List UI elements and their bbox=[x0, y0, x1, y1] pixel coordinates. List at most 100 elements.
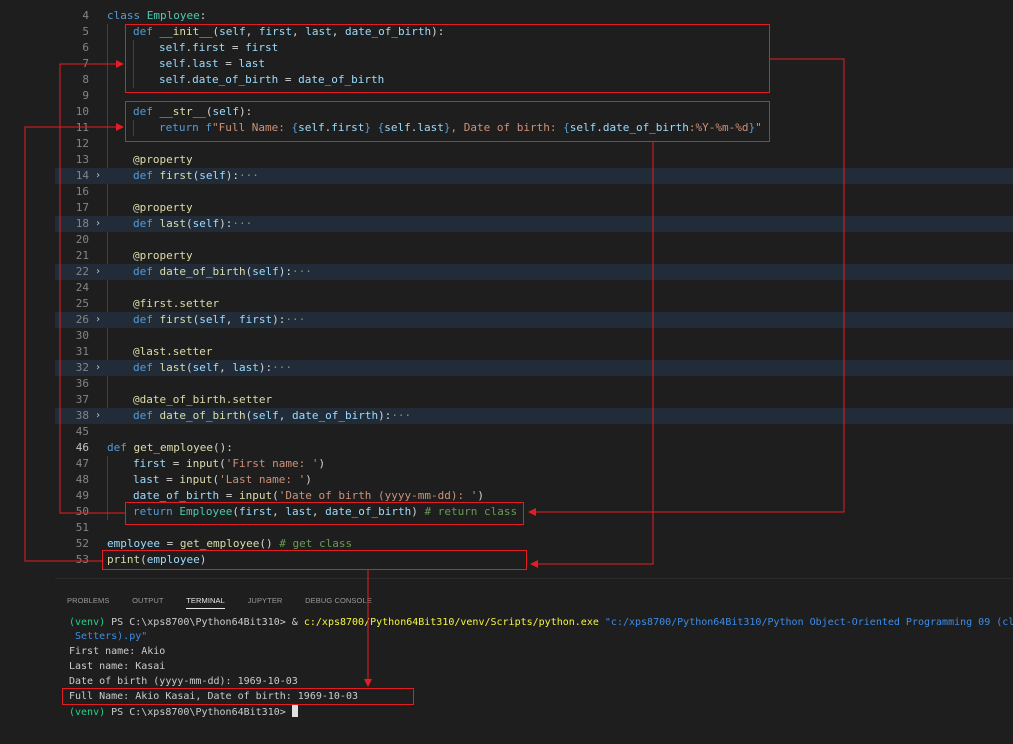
code-line[interactable]: 52 employee = get_employee() # get class bbox=[55, 536, 1013, 552]
line-number: 37 bbox=[75, 393, 89, 406]
line-number: 26 bbox=[75, 313, 89, 326]
line-number: 22 bbox=[75, 265, 89, 278]
code-line[interactable]: 31 @last.setter bbox=[55, 344, 1013, 360]
code-line[interactable]: 24 bbox=[55, 280, 1013, 296]
code-line[interactable]: 37 @date_of_birth.setter bbox=[55, 392, 1013, 408]
line-number: 30 bbox=[75, 329, 89, 342]
prompt-text: PS C:\xps8700\Python64Bit310> bbox=[111, 707, 286, 718]
code-text: def date_of_birth(self, date_of_birth):·… bbox=[133, 409, 412, 422]
code-line[interactable]: 50 return Employee(first, last, date_of_… bbox=[55, 504, 1013, 520]
terminal-line: (venv) PS C:\xps8700\Python64Bit310> & c… bbox=[69, 616, 1013, 630]
code-text: def last(self, last):··· bbox=[133, 361, 292, 374]
tab-problems[interactable]: PROBLEMS bbox=[67, 596, 109, 608]
code-line-folded[interactable]: 18 › def last(self):··· bbox=[55, 216, 1013, 232]
code-line-folded[interactable]: 26 › def first(self, first):··· bbox=[55, 312, 1013, 328]
line-number: 51 bbox=[75, 521, 89, 534]
code-editor[interactable]: 4 class Employee: 5 def __init__(self, f… bbox=[55, 0, 1013, 578]
code-line[interactable]: 21 @property bbox=[55, 248, 1013, 264]
bottom-panel: PROBLEMS OUTPUT TERMINAL JUPYTER DEBUG C… bbox=[55, 578, 1013, 744]
terminal-line: Full Name: Akio Kasai, Date of birth: 19… bbox=[69, 691, 358, 702]
code-line[interactable]: 16 bbox=[55, 184, 1013, 200]
code-line[interactable]: 4 class Employee: bbox=[55, 8, 1013, 24]
code-line-folded[interactable]: 32 › def last(self, last):··· bbox=[55, 360, 1013, 376]
line-number: 5 bbox=[82, 25, 89, 38]
code-line[interactable]: 49 date_of_birth = input('Date of birth … bbox=[55, 488, 1013, 504]
script-path: "c:/xps8700/Python64Bit310/Python Object… bbox=[604, 617, 1013, 628]
line-number: 17 bbox=[75, 201, 89, 214]
fold-chevron-icon[interactable]: › bbox=[95, 408, 101, 424]
line-number: 7 bbox=[82, 57, 89, 70]
code-line[interactable]: 25 @first.setter bbox=[55, 296, 1013, 312]
code-line[interactable]: 46 def get_employee(): bbox=[55, 440, 1013, 456]
code-text: def first(self):··· bbox=[133, 169, 259, 182]
terminal-cursor bbox=[291, 705, 298, 717]
line-number: 14 bbox=[75, 169, 89, 182]
venv-label: (venv) bbox=[69, 707, 106, 718]
terminal-line: Last name: Kasai bbox=[69, 661, 166, 672]
code-text: @first.setter bbox=[133, 297, 220, 310]
python-exe-path: c:/xps8700/Python64Bit310/venv/Scripts/p… bbox=[303, 617, 599, 628]
code-line[interactable]: 9 bbox=[55, 88, 1013, 104]
code-text: class Employee: bbox=[107, 9, 207, 22]
code-line-folded[interactable]: 38 › def date_of_birth(self, date_of_bir… bbox=[55, 408, 1013, 424]
terminal-line: Date of birth (yyyy-mm-dd): 1969-10-03 bbox=[69, 676, 298, 687]
code-text: def __str__(self): bbox=[133, 105, 253, 118]
code-line[interactable]: 12 bbox=[55, 136, 1013, 152]
code-line[interactable]: 48 last = input('Last name: ') bbox=[55, 472, 1013, 488]
code-line[interactable]: 13 @property bbox=[55, 152, 1013, 168]
code-text: @date_of_birth.setter bbox=[133, 393, 273, 406]
code-line[interactable]: 45 bbox=[55, 424, 1013, 440]
line-number: 6 bbox=[82, 41, 89, 54]
fold-chevron-icon[interactable]: › bbox=[95, 216, 101, 232]
code-line-folded[interactable]: 14 › def first(self):··· bbox=[55, 168, 1013, 184]
line-number: 21 bbox=[75, 249, 89, 262]
code-text: def date_of_birth(self):··· bbox=[133, 265, 312, 278]
fold-chevron-icon[interactable]: › bbox=[95, 312, 101, 328]
venv-label: (venv) bbox=[69, 617, 106, 628]
line-number: 8 bbox=[82, 73, 89, 86]
fold-chevron-icon[interactable]: › bbox=[95, 264, 101, 280]
line-number: 10 bbox=[75, 105, 89, 118]
code-text: @property bbox=[133, 201, 193, 214]
terminal-line: First name: Akio bbox=[69, 646, 166, 657]
line-number: 11 bbox=[75, 121, 89, 134]
code-text: last = input('Last name: ') bbox=[133, 473, 312, 486]
code-text: @property bbox=[133, 153, 193, 166]
terminal-line: (venv) PS C:\xps8700\Python64Bit310> bbox=[69, 705, 298, 720]
line-number: 48 bbox=[75, 473, 89, 486]
fold-chevron-icon[interactable]: › bbox=[95, 360, 101, 376]
window-left-strip bbox=[0, 0, 55, 743]
line-number: 53 bbox=[75, 553, 89, 566]
code-line[interactable]: 20 bbox=[55, 232, 1013, 248]
tab-output[interactable]: OUTPUT bbox=[132, 596, 163, 608]
code-text: self.date_of_birth = date_of_birth bbox=[159, 73, 385, 86]
line-number: 4 bbox=[82, 9, 89, 22]
tab-debug-console[interactable]: DEBUG CONSOLE bbox=[305, 596, 372, 608]
code-line[interactable]: 5 def __init__(self, first, last, date_o… bbox=[55, 24, 1013, 40]
tab-terminal[interactable]: TERMINAL bbox=[186, 596, 225, 609]
code-line[interactable]: 6 self.first = first bbox=[55, 40, 1013, 56]
code-text: self.last = last bbox=[159, 57, 265, 70]
line-number: 52 bbox=[75, 537, 89, 550]
line-number: 32 bbox=[75, 361, 89, 374]
code-line[interactable]: 11 return f"Full Name: {self.first} {sel… bbox=[55, 120, 1013, 136]
code-line-folded[interactable]: 22 › def date_of_birth(self):··· bbox=[55, 264, 1013, 280]
code-line[interactable]: 47 first = input('First name: ') bbox=[55, 456, 1013, 472]
fold-chevron-icon[interactable]: › bbox=[95, 168, 101, 184]
code-line[interactable]: 51 bbox=[55, 520, 1013, 536]
line-number: 16 bbox=[75, 185, 89, 198]
line-number: 38 bbox=[75, 409, 89, 422]
code-text: def get_employee(): bbox=[107, 441, 233, 454]
code-line[interactable]: 8 self.date_of_birth = date_of_birth bbox=[55, 72, 1013, 88]
code-text: print(employee) bbox=[107, 553, 207, 566]
amp-text: & bbox=[291, 617, 298, 628]
code-line[interactable]: 7 self.last = last bbox=[55, 56, 1013, 72]
line-number: 12 bbox=[75, 137, 89, 150]
code-line[interactable]: 10 def __str__(self): bbox=[55, 104, 1013, 120]
tab-jupyter[interactable]: JUPYTER bbox=[248, 596, 283, 608]
code-line[interactable]: 30 bbox=[55, 328, 1013, 344]
line-number: 9 bbox=[82, 89, 89, 102]
code-line[interactable]: 17 @property bbox=[55, 200, 1013, 216]
code-line[interactable]: 36 bbox=[55, 376, 1013, 392]
code-line[interactable]: 53 print(employee) bbox=[55, 552, 1013, 568]
